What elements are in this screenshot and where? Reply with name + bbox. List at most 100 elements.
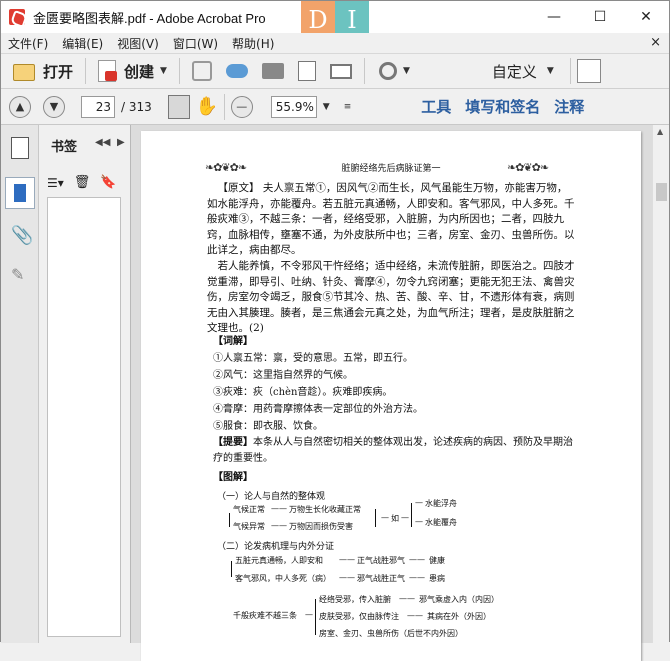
page-thumbnails-icon[interactable] xyxy=(11,137,29,159)
bookmarks-panel: 书签 ◀◀ ▶ ☰▾ 🗑 🔖 xyxy=(39,125,131,643)
d1-b-result: 万物因而损伤受害 xyxy=(289,522,353,531)
d1-mid: 如 xyxy=(391,514,399,523)
bookmarks-list[interactable] xyxy=(47,197,121,637)
close-button[interactable]: ✕ xyxy=(623,1,669,33)
note-1: ①人禀五常：禀，受的意思。五常，即五行。 xyxy=(213,353,413,364)
toolbar-divider xyxy=(223,93,225,120)
next-page-icon[interactable]: ▼ xyxy=(43,95,65,118)
scroll-up-icon[interactable]: ▲ xyxy=(657,127,663,136)
d3-root: 千般疢难不越三条 xyxy=(233,611,297,620)
create-pdf-icon xyxy=(98,60,118,82)
comment-pane-link[interactable]: 注释 xyxy=(554,96,584,117)
bookmark-options-icon[interactable]: ☰▾ xyxy=(47,176,64,190)
vertical-scrollbar[interactable]: ▲ xyxy=(652,125,669,643)
d2-b-result: 邪气战胜正气 xyxy=(357,574,405,583)
d3-c1-result: 邪气乘虚入内（内因） xyxy=(419,595,499,604)
bookmarks-toolbar: ☰▾ 🗑 🔖 xyxy=(47,175,116,190)
d3-c3: 房室、金刃、虫兽所伤（后世不内外因） xyxy=(319,629,463,638)
save-icon[interactable] xyxy=(191,61,212,81)
d2-b-end: 患病 xyxy=(429,574,445,583)
minimize-button[interactable]: — xyxy=(531,1,577,33)
chevron-down-icon: ▼ xyxy=(160,66,167,76)
section2-title: （二）论发病机理与内外分证 xyxy=(217,542,335,552)
d3-c2-result: 其病在外（外因） xyxy=(427,612,491,621)
select-tool-icon[interactable] xyxy=(167,94,190,119)
d1-r2: 水能覆舟 xyxy=(425,518,457,527)
d2-b: 客气邪风，中人多死（病） xyxy=(235,574,331,583)
summary-block: 【提要】本条从人与自然密切相关的整体观出发，论述疾病的病因、预防及早期治疗的重要… xyxy=(213,435,579,467)
chevron-down-icon[interactable]: ▼ xyxy=(547,66,554,76)
navigation-toolbar: ▲ ▼ 23 / 313 ✋ — 55.9% ▼ ≡ 工具 填写和签名 注释 xyxy=(1,89,669,125)
note-2: ②风气：这里指自然界的气候。 xyxy=(213,370,353,381)
summary-label: 【提要】 xyxy=(213,437,253,448)
zoom-out-icon[interactable]: — xyxy=(230,95,253,118)
menu-edit[interactable]: 编辑(E) xyxy=(55,35,110,52)
folder-icon xyxy=(13,64,35,81)
notes-title: 【词解】 xyxy=(213,336,253,347)
menu-bar: 文件(F) 编辑(E) 视图(V) 窗口(W) 帮助(H) × xyxy=(1,33,669,53)
panel-options-icon[interactable]: ▶ xyxy=(117,137,125,148)
d2-a-end: 健康 xyxy=(429,556,445,565)
bracket-line xyxy=(229,513,230,527)
menu-window[interactable]: 窗口(W) xyxy=(166,35,225,52)
acrobat-window: 金匮要略图表解.pdf - Adobe Acrobat Pro D I — ☐ … xyxy=(0,0,670,661)
page-number-input[interactable]: 23 xyxy=(81,95,115,118)
d3-c2: 皮肤受邪，仅由脉传注 xyxy=(319,612,399,621)
chapter-title: 脏腑经络先后病脉证第一 xyxy=(341,164,441,174)
new-bookmark-icon[interactable]: 🔖 xyxy=(100,175,116,190)
create-button[interactable]: 创建 ▼ xyxy=(92,57,173,85)
fullscreen-icon[interactable] xyxy=(576,59,601,83)
menu-view[interactable]: 视图(V) xyxy=(110,35,166,52)
navigation-pane-rail: 📎 ✎ xyxy=(1,125,39,643)
title-bar: 金匮要略图表解.pdf - Adobe Acrobat Pro D I — ☐ … xyxy=(1,1,669,39)
original-text-para1: 【原文】 夫人禀五常①，因风气②而生长，风气虽能生万物，亦能害万物，如水能浮舟，… xyxy=(207,182,575,257)
signature-icon[interactable]: ✎ xyxy=(11,265,29,287)
ornament-right: ❧✿❦✿❧ xyxy=(507,161,549,174)
edit-document-icon[interactable] xyxy=(297,61,316,81)
bracket-line xyxy=(411,503,412,527)
customize-label[interactable]: 自定义 xyxy=(492,61,537,82)
original-text-para2: 若人能养慎，不令邪风干忤经络；适中经络，未流传脏腑，即医治之。四肢才觉重滞，即导… xyxy=(207,260,575,335)
delete-bookmark-icon[interactable]: 🗑 xyxy=(74,175,91,190)
acrobat-app-icon xyxy=(9,9,25,25)
close-document-icon[interactable]: × xyxy=(650,35,661,50)
window-title: 金匮要略图表解.pdf - Adobe Acrobat Pro xyxy=(33,10,266,26)
menu-help[interactable]: 帮助(H) xyxy=(225,35,281,52)
zoom-level-input[interactable]: 55.9% xyxy=(270,95,317,118)
d2-a: 五脏元真通畅，人即安和 xyxy=(235,556,323,565)
open-label: 打开 xyxy=(43,62,74,81)
email-icon[interactable] xyxy=(329,63,352,79)
toolbar-divider xyxy=(363,58,365,84)
bracket-line xyxy=(315,599,316,635)
pdf-page: ❧✿❦✿❧ 脏腑经络先后病脉证第一 ❧✿❦✿❧ 【原文】 夫人禀五常①，因风气②… xyxy=(141,131,641,661)
bookmarks-tab-icon[interactable] xyxy=(5,177,35,209)
open-button[interactable]: 打开 xyxy=(7,57,79,85)
tools-pane-link[interactable]: 工具 xyxy=(421,96,451,117)
main-toolbar: 打开 创建 ▼ ▼ 自定义 ▼ xyxy=(1,53,669,89)
bookmarks-title: 书签 xyxy=(51,140,78,155)
menu-file[interactable]: 文件(F) xyxy=(1,35,55,52)
toolbar-divider xyxy=(569,58,571,84)
chevron-down-icon[interactable]: ▼ xyxy=(403,66,410,76)
document-view[interactable]: ❧✿❦✿❧ 脏腑经络先后病脉证第一 ❧✿❦✿❧ 【原文】 夫人禀五常①，因风气②… xyxy=(131,125,652,661)
print-icon[interactable] xyxy=(261,63,284,79)
d1-b: 气候异常 xyxy=(233,522,265,531)
previous-page-icon[interactable]: ▲ xyxy=(9,95,31,118)
bracket-line xyxy=(231,561,232,577)
attachment-icon[interactable]: 📎 xyxy=(11,225,33,247)
hand-tool-icon[interactable]: ✋ xyxy=(196,96,218,118)
collapse-panel-icon[interactable]: ◀◀ xyxy=(95,137,110,148)
upload-cloud-icon[interactable] xyxy=(225,64,248,78)
toolbar-divider xyxy=(178,58,180,84)
zoom-dropdown-icon[interactable]: ▼ xyxy=(323,102,330,112)
page-total: / 313 xyxy=(121,99,152,114)
gear-icon[interactable] xyxy=(378,62,397,80)
more-tools-icon[interactable]: ≡ xyxy=(344,102,352,112)
fill-sign-pane-link[interactable]: 填写和签名 xyxy=(465,96,540,117)
create-label: 创建 xyxy=(124,62,155,81)
page-header: ❧✿❦✿❧ 脏腑经络先后病脉证第一 ❧✿❦✿❧ xyxy=(141,159,641,177)
scrollbar-thumb[interactable] xyxy=(656,183,667,201)
diagram-title: 【图解】 xyxy=(213,472,253,483)
d3-c1: 经络受邪，传入脏腑 xyxy=(319,595,391,604)
maximize-button[interactable]: ☐ xyxy=(577,1,623,33)
